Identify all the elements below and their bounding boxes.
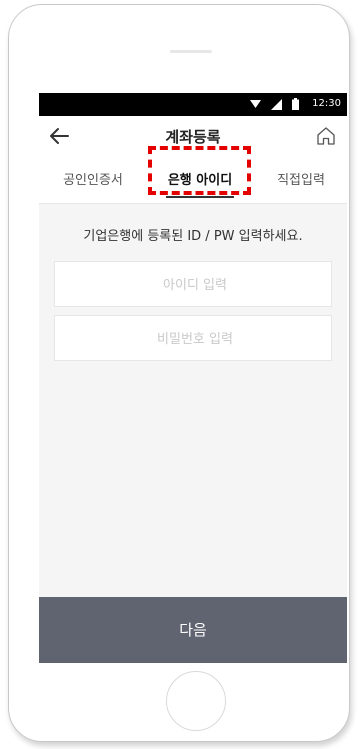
- signal-icon: [271, 98, 282, 110]
- id-field: [54, 261, 335, 308]
- status-time: 12:30: [312, 98, 341, 109]
- next-button[interactable]: 다음: [39, 597, 347, 663]
- phone-speaker: [170, 50, 212, 53]
- battery-icon: [292, 98, 299, 110]
- highlight-annotation: [148, 146, 251, 195]
- status-bar: 12:30: [39, 93, 347, 116]
- password-field: [54, 315, 335, 362]
- phone-home-button[interactable]: [166, 671, 226, 731]
- password-input[interactable]: [55, 316, 335, 362]
- id-input[interactable]: [55, 262, 335, 308]
- status-icons: [250, 98, 299, 110]
- instruction-text: 기업은행에 등록된 ID / PW 입력하세요.: [83, 229, 303, 244]
- wifi-icon: [250, 100, 261, 108]
- tab-manual-entry[interactable]: 직접입력: [261, 158, 341, 203]
- home-button[interactable]: [315, 125, 339, 149]
- phone-frame: 12:30 계좌등록 공인인증서 은행 아이디 직접입력 기업은행에 등록된 I…: [8, 4, 350, 742]
- tab-certificate[interactable]: 공인인증서: [53, 158, 133, 203]
- phone-screen: 12:30 계좌등록 공인인증서 은행 아이디 직접입력 기업은행에 등록된 I…: [39, 93, 347, 663]
- home-icon: [317, 127, 335, 145]
- page-title: 계좌등록: [165, 128, 221, 146]
- active-tab-indicator: [166, 196, 234, 198]
